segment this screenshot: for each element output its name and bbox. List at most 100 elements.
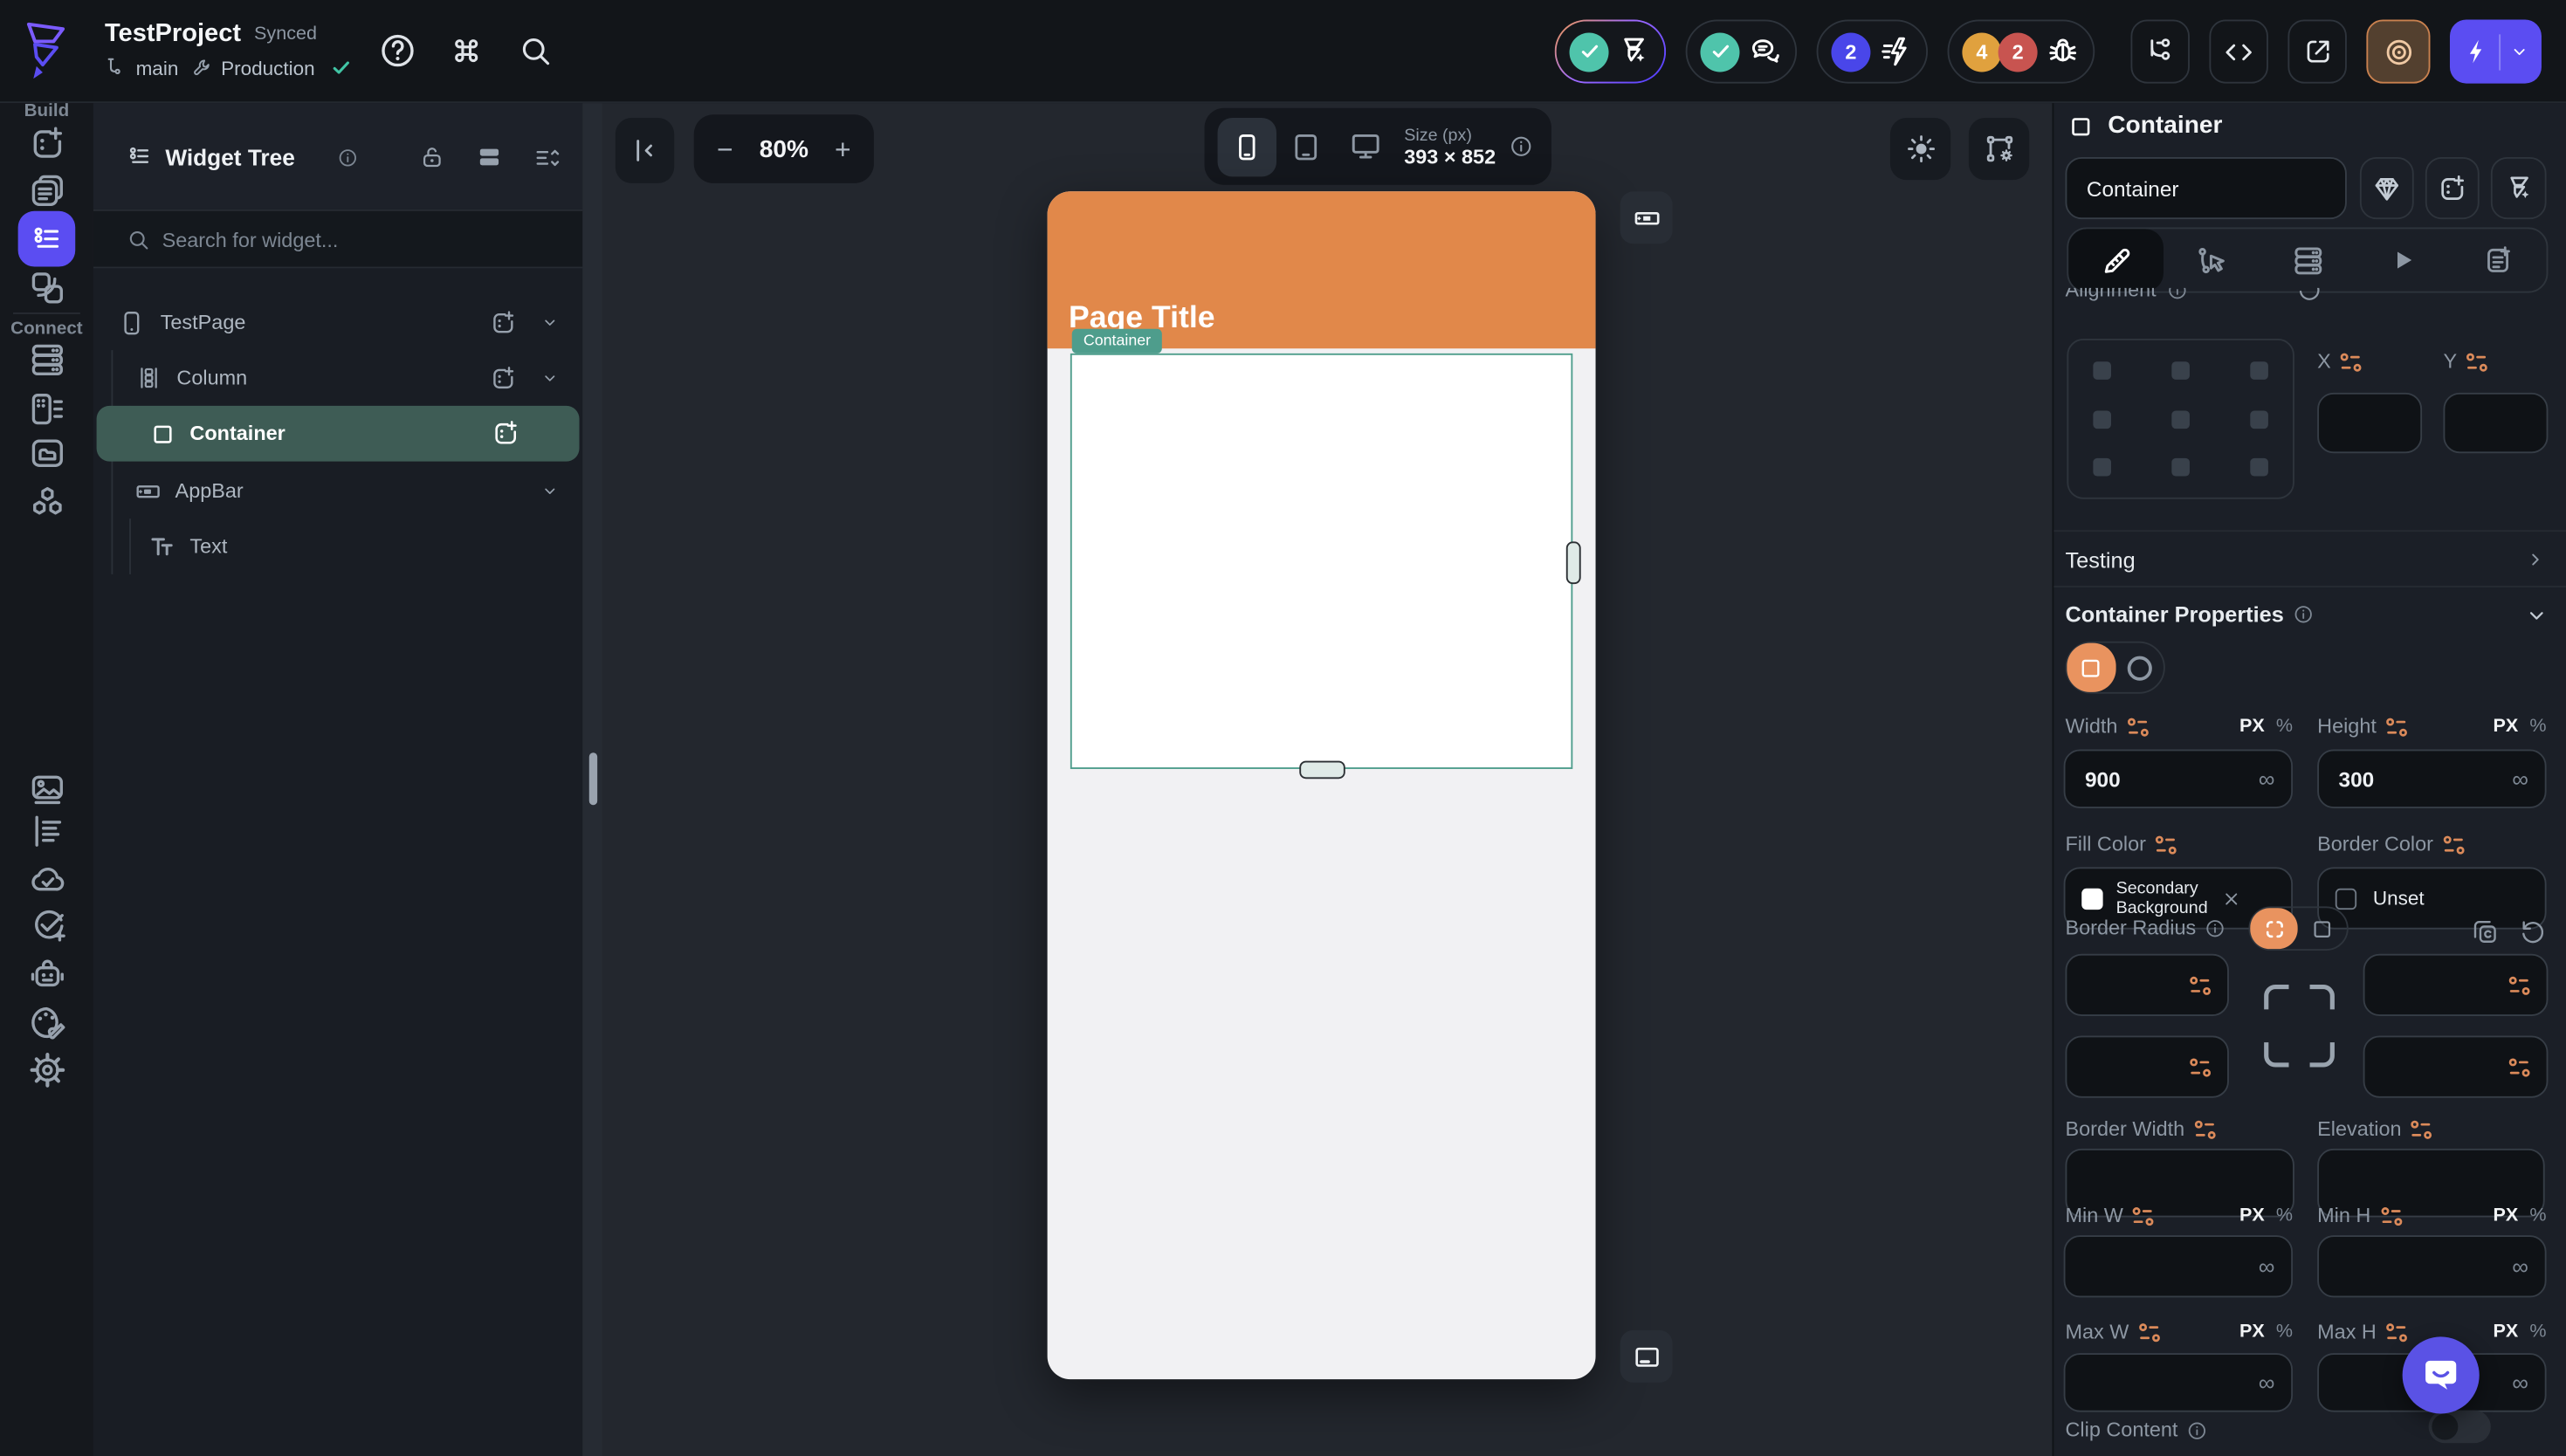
tree-node-appbar[interactable]: AppBar	[93, 463, 582, 519]
height-input[interactable]	[2319, 766, 2497, 792]
align-dot[interactable]	[2093, 457, 2111, 477]
search-button[interactable]	[517, 32, 553, 68]
tree-node-testpage[interactable]: TestPage	[93, 294, 582, 350]
radius-top-right-field[interactable]	[2363, 953, 2549, 1017]
nav-tests[interactable]	[27, 906, 66, 945]
clear-color-icon[interactable]	[2221, 888, 2242, 909]
height-field[interactable]: ∞	[2317, 749, 2547, 808]
chevron-right-icon[interactable]	[2523, 548, 2546, 571]
align-dot[interactable]	[2250, 361, 2268, 380]
max-h-unit-pct[interactable]: %	[2529, 1322, 2546, 1342]
radius-rounded-button[interactable]	[2250, 908, 2298, 950]
align-dot[interactable]	[2171, 409, 2190, 429]
variable-icon[interactable]	[2154, 834, 2178, 855]
reset-radius-icon[interactable]	[2519, 918, 2547, 946]
fill-color-swatch[interactable]	[2081, 887, 2103, 910]
collapse-panel-button[interactable]	[615, 117, 675, 183]
chevron-down-icon[interactable]	[540, 368, 560, 388]
max-w-unit-px[interactable]: PX	[2239, 1322, 2265, 1342]
info-icon[interactable]	[2293, 604, 2314, 625]
width-infinity[interactable]: ∞	[2259, 766, 2291, 792]
page-appbar[interactable]: Page Title	[1047, 191, 1596, 349]
max-w-field[interactable]: ∞	[2063, 1353, 2294, 1412]
align-dot[interactable]	[2093, 361, 2111, 380]
variable-icon[interactable]	[2441, 834, 2466, 855]
width-unit-pct[interactable]: %	[2276, 717, 2293, 736]
min-w-unit-pct[interactable]: %	[2276, 1205, 2293, 1225]
widget-name-input[interactable]	[2067, 175, 2337, 201]
command-palette-button[interactable]	[449, 32, 485, 68]
height-unit-pct[interactable]: %	[2529, 717, 2546, 736]
tree-node-container-selected[interactable]: Container	[96, 405, 580, 462]
device-desktop-button[interactable]	[1336, 117, 1394, 175]
info-icon[interactable]	[1509, 134, 1533, 159]
border-color-field[interactable]: Unset	[2317, 867, 2547, 930]
tab-documentation[interactable]	[2451, 229, 2546, 291]
nav-image-assets[interactable]	[27, 771, 66, 810]
zoom-level[interactable]: 80%	[760, 135, 808, 163]
max-w-infinity[interactable]: ∞	[2259, 1370, 2291, 1396]
clip-content-toggle[interactable]	[2428, 1410, 2491, 1444]
view-code-button[interactable]	[2209, 19, 2268, 84]
nav-database[interactable]	[27, 340, 66, 380]
resize-handle-bottom[interactable]	[1299, 760, 1345, 780]
variable-icon[interactable]	[2137, 1322, 2162, 1343]
device-tablet-button[interactable]	[1276, 117, 1335, 175]
appbar-shortcut-button[interactable]	[1620, 191, 1673, 244]
deploy-button[interactable]	[2449, 19, 2542, 84]
comments-badge[interactable]	[1685, 19, 1798, 84]
sort-button[interactable]	[533, 144, 561, 172]
min-w-infinity[interactable]: ∞	[2259, 1253, 2291, 1280]
nav-ai-agent[interactable]	[27, 956, 66, 995]
collapse-section-chevron-icon[interactable]	[2523, 602, 2549, 628]
align-dot[interactable]	[2093, 409, 2111, 429]
help-button[interactable]	[378, 31, 417, 71]
max-w-unit-pct[interactable]: %	[2276, 1322, 2293, 1342]
nav-settings[interactable]	[27, 1050, 66, 1089]
panel-layout-button[interactable]	[476, 144, 502, 170]
reset-icon[interactable]	[2295, 287, 2322, 303]
width-input[interactable]	[2065, 766, 2244, 792]
nav-storyboard[interactable]	[27, 812, 66, 851]
variable-icon[interactable]	[2131, 1205, 2156, 1226]
variable-icon[interactable]	[2339, 351, 2363, 372]
radius-square-button[interactable]	[2298, 908, 2345, 949]
width-unit-px[interactable]: PX	[2239, 717, 2265, 736]
zoom-in-button[interactable]: +	[835, 135, 851, 163]
variable-icon[interactable]	[2465, 351, 2489, 372]
height-infinity[interactable]: ∞	[2512, 766, 2544, 792]
tree-scrollbar-thumb[interactable]	[588, 752, 597, 806]
variable-icon[interactable]	[2126, 716, 2150, 737]
variable-icon[interactable]	[2188, 1056, 2212, 1077]
branch-selector[interactable]: main Production	[105, 56, 354, 80]
nav-integrations[interactable]	[27, 483, 66, 522]
width-field[interactable]: ∞	[2063, 749, 2294, 808]
add-widget-button[interactable]	[2425, 156, 2480, 220]
radius-top-left-field[interactable]	[2065, 953, 2229, 1017]
readiness-check-badge[interactable]	[1555, 19, 1666, 83]
nav-add-widget[interactable]	[27, 124, 66, 163]
align-dot[interactable]	[2171, 361, 2190, 380]
shape-circle-button[interactable]	[2115, 643, 2164, 692]
issues-badge[interactable]: 4 2	[1947, 19, 2095, 84]
share-export-button[interactable]	[2287, 19, 2347, 84]
border-color-swatch[interactable]	[2335, 887, 2357, 910]
resize-handle-right[interactable]	[1565, 541, 1581, 585]
height-unit-px[interactable]: PX	[2494, 717, 2519, 736]
x-input[interactable]	[2317, 392, 2423, 454]
min-h-unit-pct[interactable]: %	[2529, 1205, 2546, 1225]
min-h-infinity[interactable]: ∞	[2512, 1253, 2544, 1280]
radius-bottom-right-field[interactable]	[2363, 1035, 2549, 1098]
align-dot[interactable]	[2250, 409, 2268, 429]
align-dot[interactable]	[2171, 457, 2190, 477]
variable-icon[interactable]	[2384, 716, 2409, 737]
min-h-unit-px[interactable]: PX	[2494, 1205, 2519, 1225]
shape-rectangle-button[interactable]	[2067, 642, 2115, 692]
chevron-down-icon[interactable]	[540, 481, 560, 500]
tree-node-text[interactable]: Text	[93, 519, 582, 574]
branch-tree-button[interactable]	[2130, 19, 2190, 84]
nav-components[interactable]	[27, 268, 66, 307]
add-widget-icon[interactable]	[489, 308, 517, 336]
variable-icon[interactable]	[2384, 1322, 2409, 1343]
tab-animations[interactable]	[2356, 229, 2451, 291]
